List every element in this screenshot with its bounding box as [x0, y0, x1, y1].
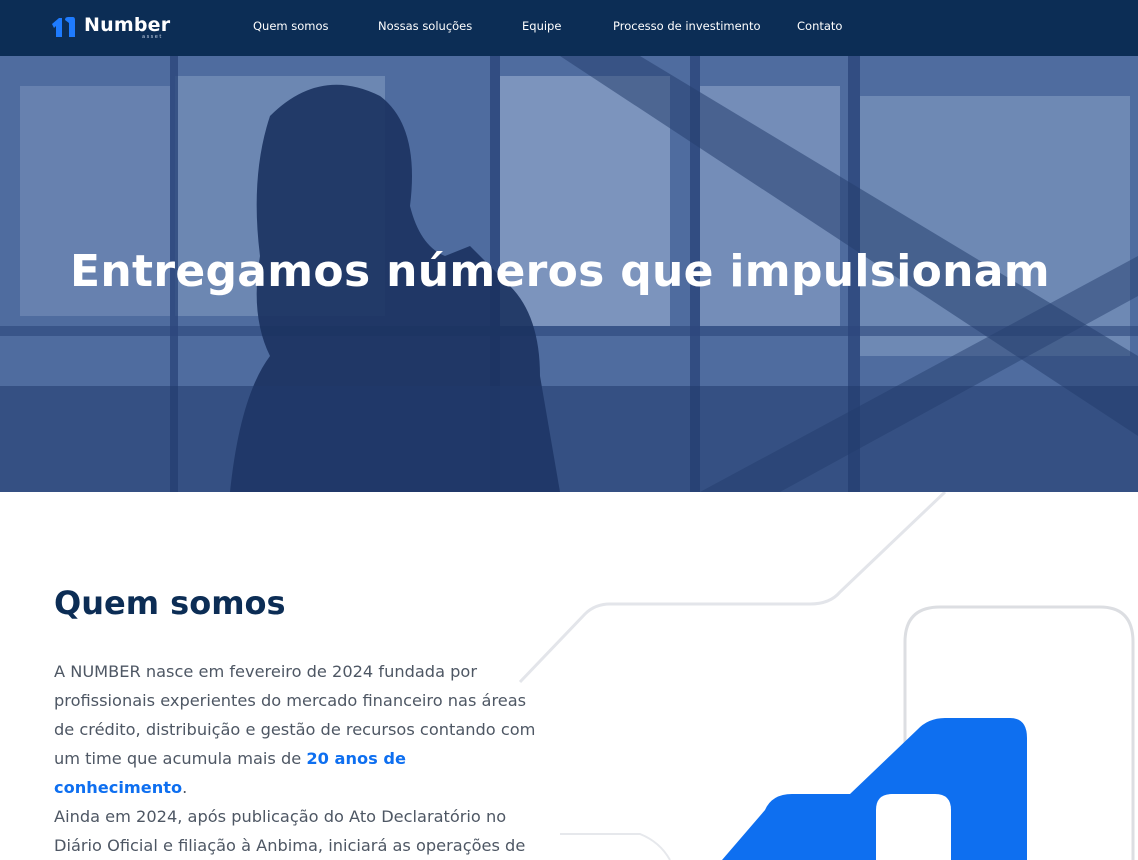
top-navbar: Number asset Quem somos Nossas soluções … [0, 0, 1138, 56]
about-title: Quem somos [54, 584, 286, 622]
hero-banner: Entregamos números que impulsionam [0, 56, 1138, 492]
nav-link-nossas-solucoes[interactable]: Nossas soluções [378, 19, 472, 33]
nav-link-quem-somos[interactable]: Quem somos [253, 19, 329, 33]
nav-link-contato[interactable]: Contato [797, 19, 842, 33]
nav-link-equipe[interactable]: Equipe [522, 19, 561, 33]
nav-link-processo-investimento[interactable]: Processo de investimento [613, 19, 761, 33]
logo-mark-icon [52, 17, 75, 37]
hero-title: Entregamos números que impulsionam [70, 246, 1050, 297]
about-paragraph-2: Ainda em 2024, após publicação do Ato De… [54, 807, 526, 855]
brand-logo[interactable]: Number asset [51, 14, 171, 42]
brand-name: Number [84, 14, 171, 36]
about-paragraph-1: A NUMBER nasce em fevereiro de 2024 fund… [54, 657, 544, 802]
brand-subtitle: asset [142, 34, 163, 40]
about-paragraph-1-text: A NUMBER nasce em fevereiro de 2024 fund… [54, 662, 536, 768]
about-paragraph-1-end: . [182, 778, 188, 797]
